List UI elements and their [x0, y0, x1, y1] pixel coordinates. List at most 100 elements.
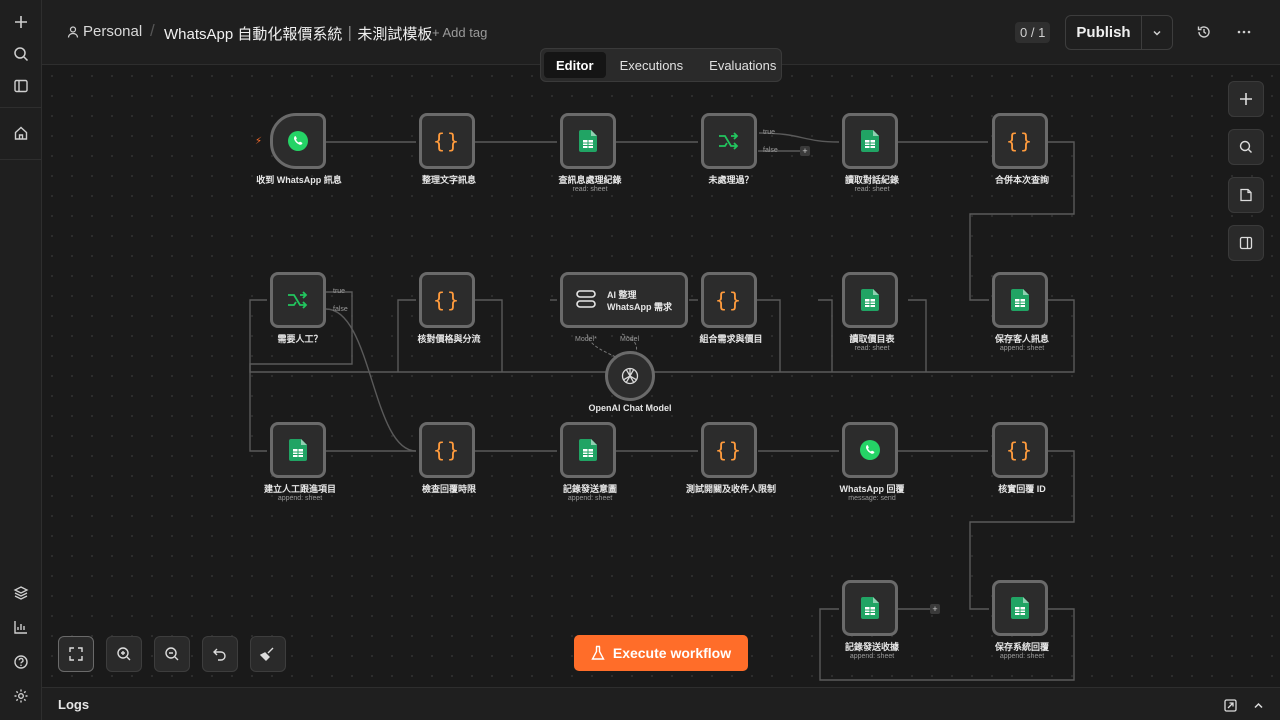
node-label: 需要人工？ — [277, 334, 323, 344]
node-label: 未處理過？ — [708, 175, 754, 185]
code-node[interactable]: {} — [419, 272, 475, 328]
search-icon[interactable] — [9, 42, 33, 66]
node-label: WhatsApp 回覆 — [839, 484, 905, 494]
chevron-down-icon[interactable] — [1142, 16, 1172, 49]
broom-icon — [260, 647, 274, 661]
flask-icon — [591, 645, 605, 660]
workflow-title[interactable]: WhatsApp 自動化報價系統｜未測試模板 — [164, 23, 432, 44]
undo-button[interactable] — [202, 636, 238, 672]
google-sheets-node[interactable] — [270, 422, 326, 478]
search-icon — [1239, 140, 1252, 153]
ai-agent-node[interactable]: AI 整理 WhatsApp 需求 — [560, 272, 688, 328]
plus-icon — [1240, 93, 1252, 105]
google-sheets-node[interactable] — [842, 272, 898, 328]
tab-executions[interactable]: Executions — [608, 52, 696, 78]
google-sheets-node[interactable] — [992, 580, 1048, 636]
if-node[interactable] — [701, 113, 757, 169]
logs-bar[interactable]: Logs — [42, 687, 1280, 720]
publish-button[interactable]: Publish — [1066, 16, 1142, 49]
whatsapp-icon — [860, 440, 880, 460]
breadcrumb-owner[interactable]: Personal — [83, 23, 142, 40]
openai-chat-model-node[interactable] — [605, 351, 655, 401]
code-node[interactable]: {} — [992, 113, 1048, 169]
zoom-in-button[interactable] — [106, 636, 142, 672]
connection-lines — [249, 132, 1075, 681]
tidy-up-button[interactable] — [250, 636, 286, 672]
tab-editor[interactable]: Editor — [544, 52, 606, 78]
add-node-button[interactable] — [1228, 81, 1264, 117]
google-sheets-node[interactable] — [560, 113, 616, 169]
branch-false-label: false — [333, 306, 348, 313]
execute-workflow-label: Execute workflow — [612, 645, 732, 661]
code-node[interactable]: {} — [992, 422, 1048, 478]
google-sheets-icon — [861, 289, 879, 311]
history-icon[interactable] — [1195, 23, 1213, 41]
chevron-up-icon[interactable] — [1252, 699, 1265, 712]
node-subtitle: append: sheet — [849, 653, 895, 660]
add-tag-link[interactable]: + Add tag — [432, 25, 487, 40]
node-label: 保存系統回覆 — [994, 642, 1049, 652]
workflow-canvas[interactable]: ⚡ 收到 WhatsApp 訊息 {} 整理文字訊息 查訊息處理紀錄 read:… — [42, 66, 1280, 687]
node-label: 檢查回覆時限 — [421, 484, 476, 494]
node-label: 核對價格與分流 — [417, 334, 481, 344]
zoom-in-icon — [117, 647, 131, 661]
node-label: 記錄發送收據 — [844, 642, 899, 652]
model-port-label: Model — [620, 336, 640, 343]
node-subtitle: append: sheet — [999, 653, 1045, 660]
help-icon[interactable] — [9, 650, 33, 674]
search-nodes-button[interactable] — [1228, 129, 1264, 165]
tab-evaluations[interactable]: Evaluations — [697, 52, 788, 78]
panel-toggle-icon[interactable] — [9, 74, 33, 98]
code-node[interactable]: {} — [701, 422, 757, 478]
google-sheets-node[interactable] — [992, 272, 1048, 328]
branch-false-label: false — [763, 147, 778, 154]
code-braces-icon: {} — [432, 288, 462, 312]
toggle-panel-button[interactable] — [1228, 225, 1264, 261]
node-label: 查訊息處理紀錄 — [558, 175, 622, 185]
google-sheets-icon — [1011, 289, 1029, 311]
insights-icon[interactable] — [9, 615, 33, 639]
code-node[interactable]: {} — [419, 422, 475, 478]
panel-right-icon — [1239, 236, 1253, 250]
execute-workflow-button[interactable]: Execute workflow — [574, 635, 748, 671]
more-options-icon[interactable] — [1235, 23, 1253, 41]
google-sheets-icon — [1011, 597, 1029, 619]
model-port-label: Model* — [575, 336, 597, 343]
code-node[interactable]: {} — [701, 272, 757, 328]
home-icon[interactable] — [9, 121, 33, 145]
node-subtitle: message: send — [848, 495, 896, 502]
node-label: 測試開關及收件人限制 — [685, 484, 776, 494]
sticky-note-button[interactable] — [1228, 177, 1264, 213]
pop-out-icon[interactable] — [1224, 699, 1237, 712]
branch-true-label: true — [333, 288, 346, 295]
code-node[interactable]: {} — [419, 113, 475, 169]
publish-button-group: Publish — [1065, 15, 1173, 50]
node-label: 組合需求與價目 — [699, 334, 763, 344]
node-subtitle: read: sheet — [572, 186, 608, 193]
if-node[interactable] — [270, 272, 326, 328]
node-label: OpenAI Chat Model — [588, 403, 672, 413]
zoom-out-button[interactable] — [154, 636, 190, 672]
ai-agent-icon — [576, 290, 596, 308]
fit-view-button[interactable] — [58, 636, 94, 672]
node-label: 保存客人訊息 — [994, 334, 1049, 344]
google-sheets-icon — [861, 130, 879, 152]
whatsapp-trigger-node[interactable] — [270, 113, 326, 169]
google-sheets-node[interactable] — [560, 422, 616, 478]
user-icon — [67, 26, 79, 38]
templates-icon[interactable] — [9, 581, 33, 605]
add-connection-plus-icon[interactable]: + — [930, 604, 940, 614]
trigger-bolt-icon: ⚡ — [255, 136, 263, 147]
google-sheets-node[interactable] — [842, 580, 898, 636]
settings-gear-icon[interactable] — [9, 684, 33, 708]
code-braces-icon: {} — [1005, 129, 1035, 153]
undo-icon — [213, 648, 226, 661]
whatsapp-node[interactable] — [842, 422, 898, 478]
add-connection-plus-icon[interactable]: + — [800, 146, 810, 156]
google-sheets-node[interactable] — [842, 113, 898, 169]
left-sidebar — [0, 0, 42, 720]
branch-icon — [288, 291, 308, 309]
node-label: 合併本次查詢 — [994, 175, 1049, 185]
add-icon[interactable] — [9, 10, 33, 34]
branch-icon — [719, 132, 739, 150]
